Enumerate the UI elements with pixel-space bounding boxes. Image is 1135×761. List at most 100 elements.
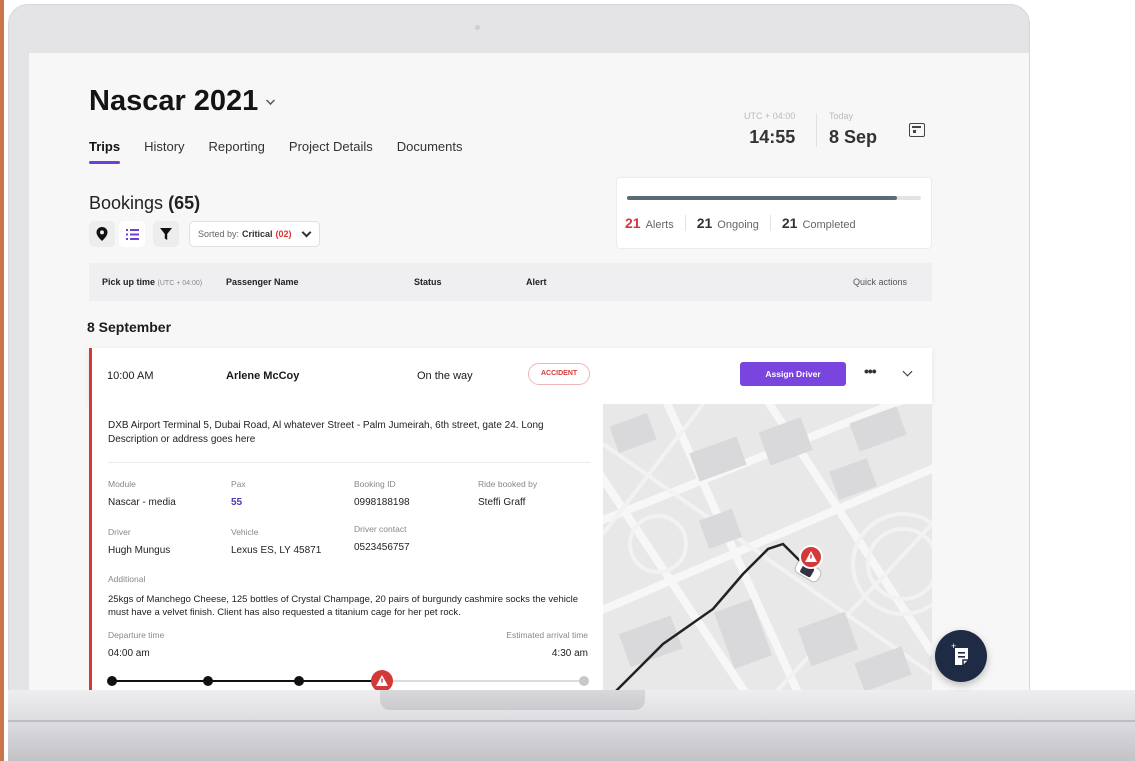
camera-dot [475,25,480,30]
calendar-icon[interactable] [909,123,925,137]
chevron-down-icon[interactable] [902,366,913,377]
passenger-name: Arlene McCoy [226,370,300,382]
completed-count: 21 [781,215,798,231]
trip-progress-fill [627,196,898,200]
booking-id-value: 0998188198 [354,497,410,508]
list-icon [125,228,139,240]
trip-stats-card: 21 Alerts 21 Ongoing 21 Completed [616,177,932,249]
app-screen: Nascar 2021 Trips History Reporting Proj… [29,53,1029,695]
field-vehicle: Vehicle Lexus ES, LY 45871 [231,527,321,556]
header-alert[interactable]: Alert [526,277,547,287]
clock-divider [816,113,817,147]
today-label: Today [829,111,854,121]
timezone-label: UTC + 04:00 [744,111,796,121]
ongoing-label: Ongoing [717,219,759,231]
tab-reporting[interactable]: Reporting [209,139,265,164]
timeline-stop [203,676,213,686]
list-view-button[interactable] [119,221,145,247]
field-pax: Pax 55 [231,479,246,508]
map-canvas [603,404,932,695]
laptop-base [8,690,1135,761]
driver-contact-value: 0523456757 [354,542,410,553]
header-quick-actions: Quick actions [853,277,908,287]
bookings-title: Bookings [89,193,164,213]
timeline-alert-icon [371,670,393,692]
tab-documents[interactable]: Documents [397,139,463,164]
date-value: 8 Sep [829,127,878,147]
sort-prefix: Sorted by: [198,229,240,239]
tab-trips[interactable]: Trips [89,139,121,164]
ride-by-label: Ride booked by [478,479,538,489]
stat-alerts[interactable]: 21 Alerts [625,215,685,231]
additional-notes: 25kgs of Manchego Cheese, 125 bottles of… [108,594,578,618]
alerts-count: 21 [625,215,641,231]
filter-icon [160,228,172,240]
today-date: Today 8 Sep [829,111,877,148]
header-status[interactable]: Status [414,277,442,287]
driver-label: Driver [108,527,131,537]
tab-history[interactable]: History [144,139,184,164]
pax-value: 55 [231,497,243,508]
stat-ongoing[interactable]: 21 Ongoing [684,215,770,231]
bookings-count: (65) [168,193,201,213]
frame-edge [0,0,4,761]
vehicle-value: Lexus ES, LY 45871 [231,545,322,556]
stat-completed[interactable]: 21 Completed [769,215,867,231]
field-ride-booked-by: Ride booked by Steffi Graff [478,479,537,508]
map-alert-icon [799,545,823,569]
booking-status: On the way [417,370,473,382]
booking-id-label: Booking ID [354,479,396,489]
filter-button[interactable] [153,221,179,247]
tab-bar: Trips History Reporting Project Details … [89,139,462,164]
driver-contact-label: Driver contact [354,524,407,534]
booking-row[interactable]: 10:00 AM Arlene McCoy On the way ACCIDEN… [89,348,932,404]
laptop-base-edge [8,720,1135,722]
more-options-icon[interactable]: ••• [864,363,877,379]
departure-value: 04:00 am [108,648,150,659]
completed-label: Completed [802,219,856,231]
additional-label: Additional [108,574,146,584]
pickup-label: Pick up time [102,277,156,287]
date-group-heading: 8 September [87,319,172,335]
bookings-table-header: Pick up time (UTC + 04:00) Passenger Nam… [89,263,932,301]
departure-label: Departure time [108,630,165,640]
time-value: 14:55 [749,127,796,147]
chevron-down-icon [301,227,312,237]
tab-project-details[interactable]: Project Details [289,139,373,164]
field-additional: Additional [108,574,145,584]
sort-count: (02) [275,229,292,239]
booking-details-panel: DXB Airport Terminal 5, Dubai Road, Al w… [89,404,603,695]
ongoing-count: 21 [696,215,713,231]
sort-dropdown[interactable]: Sorted by: Critical (02) [189,221,320,247]
header-passenger-name[interactable]: Passenger Name [226,277,299,287]
field-driver: Driver Hugh Mungus [108,527,170,556]
arrival-value: 4:30 am [551,648,588,659]
current-time: UTC + 04:00 14:55 [744,111,795,148]
pickup-time: 10:00 AM [107,370,154,382]
arrival-label: Estimated arrival time [506,630,588,640]
alert-badge: ACCIDENT [528,363,591,385]
sort-value: Critical [242,229,273,239]
header-pickup-time[interactable]: Pick up time (UTC + 04:00) [102,277,202,287]
trip-progress-track [627,196,921,200]
new-note-button[interactable]: + [935,630,987,682]
assign-driver-button[interactable]: Assign Driver [740,362,846,386]
field-booking-id: Booking ID 0998188198 [354,479,410,508]
map-view-button[interactable] [89,221,115,247]
module-value: Nascar - media [108,497,176,508]
alerts-label: Alerts [645,219,674,231]
timeline-stop [294,676,304,686]
stats-row: 21 Alerts 21 Ongoing 21 Completed [625,215,867,231]
field-driver-contact: Driver contact 0523456757 [354,524,410,553]
laptop-bezel: Nascar 2021 Trips History Reporting Proj… [8,4,1030,729]
project-dropdown-chevron-icon[interactable] [266,96,275,105]
location-pin-icon [96,227,108,241]
route-map[interactable] [603,404,932,695]
laptop-notch [380,690,645,710]
timeline-destination [579,676,589,686]
note-add-icon: + [951,641,968,665]
field-module: Module Nascar - media [108,479,176,508]
bookings-heading: Bookings (65) [89,193,200,214]
pickup-address: DXB Airport Terminal 5, Dubai Road, Al w… [108,420,544,445]
pickup-timezone: (UTC + 04:00) [157,280,203,287]
